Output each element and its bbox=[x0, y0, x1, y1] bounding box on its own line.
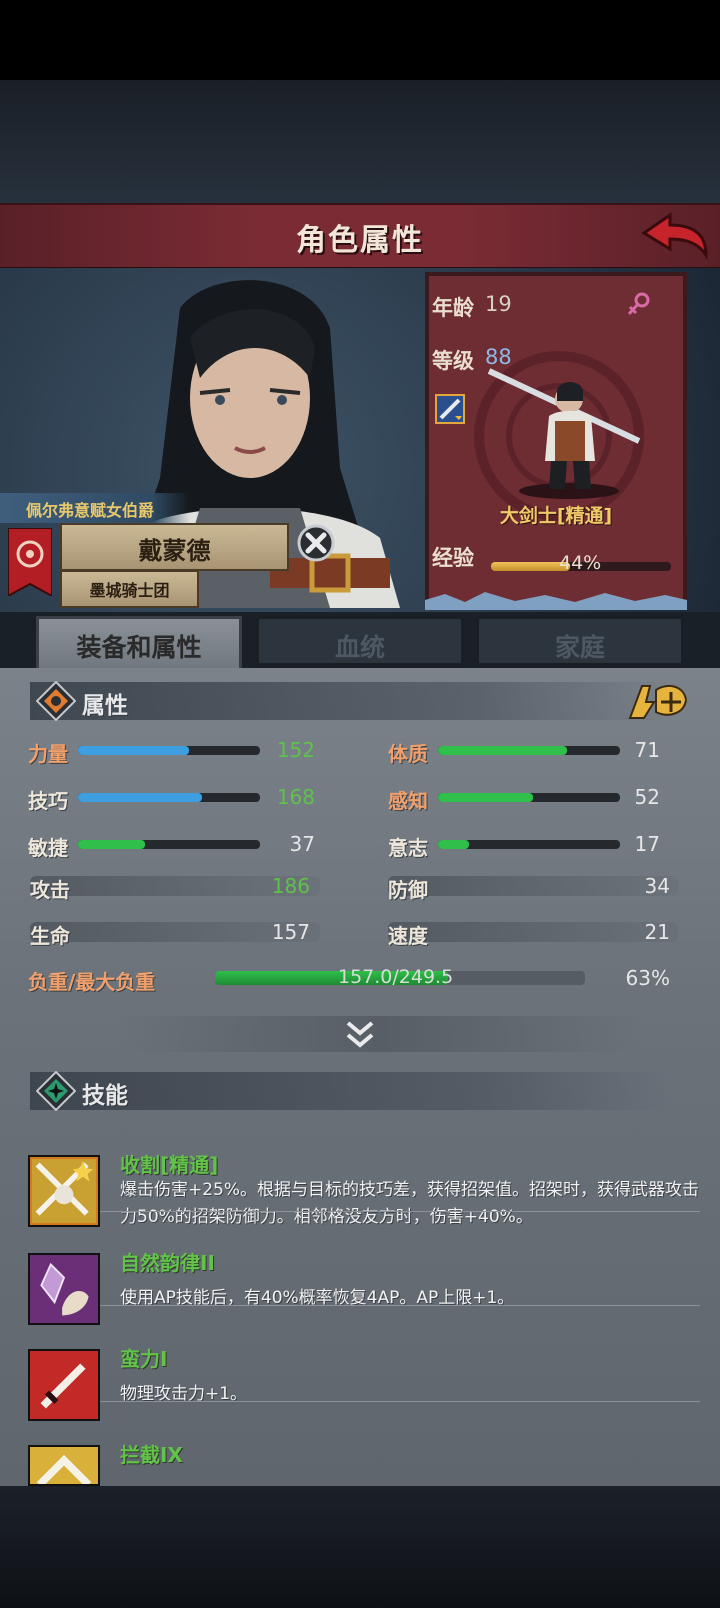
divider bbox=[100, 1211, 700, 1212]
stat-strength-value: 152 bbox=[276, 738, 315, 762]
speed-label: 速度 bbox=[388, 924, 428, 948]
close-icon[interactable] bbox=[297, 524, 335, 562]
frost-decoration bbox=[425, 592, 687, 610]
stat-agility-value: 37 bbox=[289, 832, 315, 856]
character-name-plate: 戴蒙德 bbox=[60, 523, 289, 571]
skill-name: 蛮力I bbox=[120, 1347, 168, 1371]
status-bar-area bbox=[0, 0, 720, 80]
level-label: 等级 bbox=[432, 349, 474, 373]
stat-perception-label: 感知 bbox=[388, 789, 428, 813]
stat-skill-bar bbox=[78, 793, 260, 802]
guild-plate: 墨城骑士团 bbox=[60, 570, 199, 608]
female-icon bbox=[627, 292, 650, 316]
stat-perception-value: 52 bbox=[634, 785, 660, 809]
attack-value: 186 bbox=[271, 874, 310, 898]
divider bbox=[100, 1401, 700, 1402]
attributes-diamond-icon bbox=[36, 681, 76, 721]
load-value: 157.0/249.5 bbox=[338, 966, 454, 988]
divider bbox=[100, 1305, 700, 1306]
noble-title: 佩尔弗意赋女伯爵 bbox=[26, 501, 155, 520]
skills-title: 技能 bbox=[82, 1083, 128, 1109]
attack-label: 攻击 bbox=[30, 878, 70, 902]
stat-strength-bar-fill bbox=[78, 746, 190, 755]
stat-agility-bar bbox=[78, 840, 260, 849]
attributes-title: 属性 bbox=[82, 693, 128, 719]
tab-label: 家庭 bbox=[554, 633, 605, 662]
expand-bar bbox=[120, 1016, 640, 1052]
exp-percent: 44% bbox=[559, 552, 602, 574]
speed-value: 21 bbox=[644, 920, 670, 944]
stat-strength-label: 力量 bbox=[28, 742, 68, 766]
stat-perception-bar-fill bbox=[438, 793, 533, 802]
back-arrow-icon[interactable] bbox=[640, 211, 710, 261]
stat-will-bar-fill bbox=[438, 840, 469, 849]
character-info-panel: 年龄 19 等级 88 大剑士[精通] 经验 44% bbox=[425, 272, 687, 606]
stat-agility-label: 敏捷 bbox=[28, 836, 68, 860]
page-title: 角色属性 bbox=[296, 223, 424, 258]
natural-rhythm-skill-icon bbox=[28, 1253, 100, 1325]
hp-label: 生命 bbox=[30, 924, 70, 948]
tab-equipment-attributes[interactable]: 装备和属性 bbox=[36, 616, 242, 672]
bottom-area bbox=[0, 1486, 720, 1608]
skill-description: 物理攻击力+1。 bbox=[120, 1384, 248, 1404]
attribute-allocate-icon[interactable] bbox=[628, 682, 688, 720]
skill-description: 爆击伤害+25%。根据与目标的技巧差，获得招架值。招架时，获得武器攻击力50%的… bbox=[120, 1180, 700, 1227]
stat-constitution-label: 体质 bbox=[388, 742, 428, 766]
skill-name: 收割[精通] bbox=[120, 1153, 219, 1177]
stat-strength-bar bbox=[78, 746, 260, 755]
guild-name: 墨城骑士团 bbox=[89, 581, 170, 600]
skill-description: 使用AP技能后，有40%概率恢复4AP。AP上限+1。 bbox=[120, 1288, 515, 1308]
noble-title-ribbon: 佩尔弗意赋女伯爵 bbox=[0, 493, 190, 523]
defense-label: 防御 bbox=[388, 878, 428, 902]
tab-bloodline[interactable]: 血统 bbox=[256, 616, 464, 666]
stat-will-value: 17 bbox=[634, 832, 660, 856]
stat-will-label: 意志 bbox=[388, 836, 428, 860]
title-bar: 角色属性 bbox=[0, 203, 720, 270]
class-name: 大剑士[精通] bbox=[499, 505, 613, 527]
stat-constitution-bar-fill bbox=[438, 746, 568, 755]
age-value: 19 bbox=[485, 292, 512, 316]
tab-label: 装备和属性 bbox=[76, 633, 202, 662]
greatsword-class-icon bbox=[435, 394, 465, 424]
intercept-skill-icon bbox=[28, 1445, 100, 1486]
stat-constitution-value: 71 bbox=[634, 738, 660, 762]
tab-label: 血统 bbox=[334, 633, 385, 662]
skill-name: 拦截IX bbox=[120, 1443, 183, 1467]
stat-skill-bar-fill bbox=[78, 793, 202, 802]
stat-perception-bar bbox=[438, 793, 620, 802]
tab-family[interactable]: 家庭 bbox=[476, 616, 684, 666]
skill-name: 自然韵律II bbox=[120, 1251, 215, 1275]
stat-constitution-bar bbox=[438, 746, 620, 755]
stat-skill-label: 技巧 bbox=[28, 789, 68, 813]
defense-value: 34 bbox=[644, 874, 670, 898]
skills-diamond-icon bbox=[36, 1071, 76, 1111]
hero-sprite bbox=[487, 368, 641, 499]
brute-force-skill-icon bbox=[28, 1349, 100, 1421]
character-name: 戴蒙德 bbox=[138, 537, 211, 565]
load-percent: 63% bbox=[625, 966, 670, 990]
stat-agility-bar-fill bbox=[78, 840, 146, 849]
stat-will-bar bbox=[438, 840, 620, 849]
exp-label: 经验 bbox=[432, 546, 474, 570]
stat-skill-value: 168 bbox=[276, 785, 315, 809]
main-content: 属性 力量 152 体质 71 技巧 168 感知 52 敏捷 37 意志 17… bbox=[0, 668, 720, 1486]
age-label: 年龄 bbox=[432, 296, 474, 320]
reap-skill-icon bbox=[28, 1155, 100, 1227]
header-background bbox=[0, 80, 720, 205]
hp-value: 157 bbox=[271, 920, 310, 944]
faction-banner-icon bbox=[8, 528, 52, 596]
load-label: 负重/最大负重 bbox=[28, 970, 156, 994]
chevron-down-icon[interactable] bbox=[344, 1020, 376, 1050]
